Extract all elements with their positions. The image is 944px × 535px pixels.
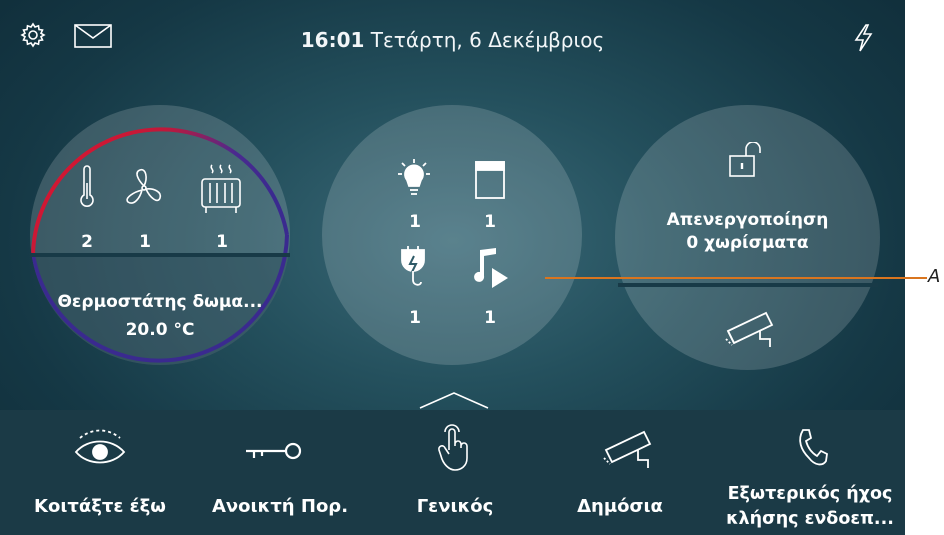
devices-widget[interactable] — [322, 105, 582, 365]
thermostat-name: Θερμοστάτης δωμα... — [57, 292, 263, 312]
thermometer-icon — [78, 165, 96, 213]
fan-count: 1 — [139, 232, 151, 252]
lightning-icon[interactable] — [852, 24, 874, 56]
nav-label: Εξωτερικός ήχος κλήσης ενδοεπ... — [726, 484, 894, 529]
nav-open-door[interactable]: Ανοικτή Πορ. — [200, 410, 360, 535]
date-text: Τετάρτη, 6 Δεκέμβριος — [370, 28, 605, 52]
thermometer-count: 2 — [81, 232, 93, 252]
thermostat-divider — [30, 253, 290, 257]
annotation-line — [545, 277, 927, 279]
nav-look-outside[interactable]: Κοιτάξτε έξω — [20, 410, 180, 535]
eye-icon — [74, 428, 126, 472]
alarm-status-line2: 0 χωρίσματα — [686, 233, 809, 253]
phone-icon — [795, 428, 829, 472]
fan-icon — [124, 168, 164, 212]
radiator-count: 1 — [216, 232, 228, 252]
thermostat-temperature: 20.0 °C — [125, 320, 195, 340]
nav-general[interactable]: Γενικός — [375, 410, 535, 535]
shutter-icon — [474, 160, 506, 204]
radiator-icon — [198, 163, 244, 219]
nav-public[interactable]: Δημόσια — [540, 410, 700, 535]
security-camera-icon — [602, 428, 654, 474]
clock-time: 16:01 — [300, 28, 365, 52]
alarm-status-line1: Απενεργοποίηση — [666, 210, 829, 230]
music-count: 1 — [484, 308, 496, 328]
date-time: 16:01 Τετάρτη, 6 Δεκέμβριος — [0, 28, 905, 52]
unlocked-padlock-icon — [728, 141, 770, 184]
plug-icon — [398, 246, 428, 294]
nav-external-ring[interactable]: Εξωτερικός ήχος κλήσης ενδοεπ... — [715, 410, 905, 535]
key-icon — [244, 440, 302, 466]
lightbulb-icon — [394, 158, 434, 206]
security-camera-icon[interactable] — [724, 309, 776, 353]
touch-hand-icon — [437, 422, 473, 476]
shutter-count: 1 — [484, 212, 496, 232]
nav-label: Ανοικτή Πορ. — [211, 496, 349, 517]
nav-label: Γενικός — [416, 496, 494, 517]
home-screen: 16:01 Τετάρτη, 6 Δεκέμβριος 2 1 1 Θερμοσ… — [0, 0, 905, 535]
plug-count: 1 — [409, 308, 421, 328]
bottom-nav: Κοιτάξτε έξω Ανοικτή Πορ. Γενικός Δημόσι… — [0, 410, 905, 535]
light-count: 1 — [409, 212, 421, 232]
nav-label: Κοιτάξτε έξω — [34, 496, 166, 517]
music-play-icon — [474, 246, 510, 294]
top-bar: 16:01 Τετάρτη, 6 Δεκέμβριος — [0, 0, 905, 80]
chevron-up-icon[interactable] — [418, 390, 490, 410]
nav-label: Δημόσια — [577, 496, 663, 517]
alarm-divider — [618, 283, 878, 287]
annotation-label: A — [928, 266, 941, 287]
